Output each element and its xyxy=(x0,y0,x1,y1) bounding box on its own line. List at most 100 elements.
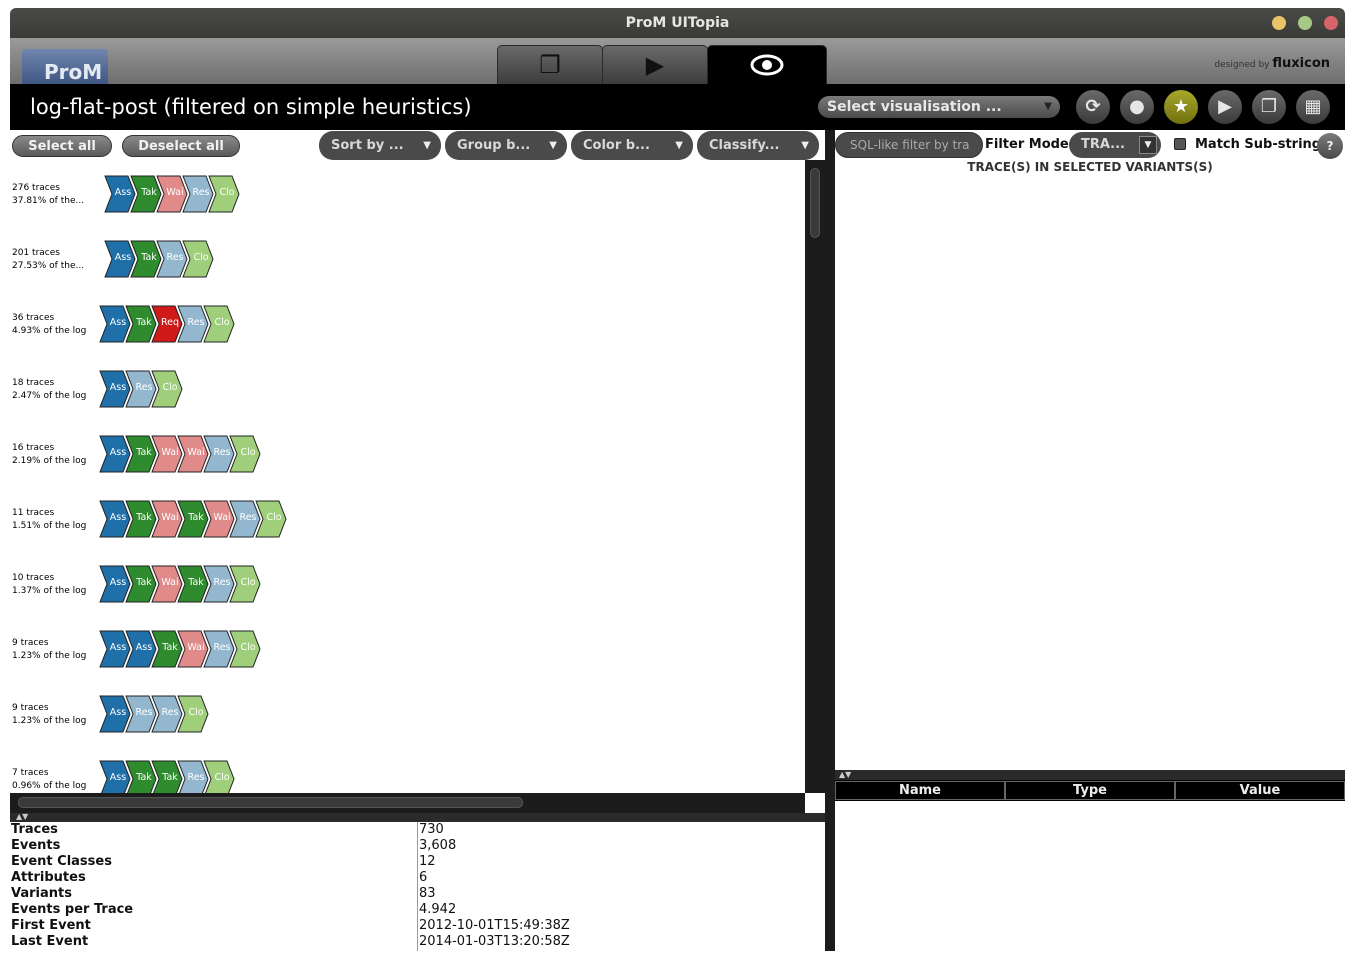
designed-by-label: designed by xyxy=(1214,60,1270,70)
sort-by-dropdown[interactable]: Sort by ... ▼ xyxy=(319,131,441,160)
classify-dropdown[interactable]: Classify... ▼ xyxy=(697,131,819,160)
summary-value: 83 xyxy=(419,886,436,901)
event-chevron[interactable]: Clo xyxy=(151,369,183,409)
traces-heading: TRACE(S) IN SELECTED VARIANTS(S) xyxy=(967,160,1213,174)
chevron-down-icon: ▼ xyxy=(549,140,557,151)
variant-count: 276 traces xyxy=(12,183,60,193)
minimize-button[interactable] xyxy=(1272,16,1286,30)
column-value[interactable]: Value xyxy=(1175,781,1345,800)
variant-count: 18 traces xyxy=(12,378,55,388)
summary-key: Last Event xyxy=(11,934,89,949)
close-button[interactable] xyxy=(1324,16,1338,30)
eye-icon xyxy=(750,54,784,76)
drop-button[interactable]: ● xyxy=(1120,90,1154,124)
scrollbar-thumb[interactable] xyxy=(810,168,820,238)
attributes-table-header: Name Type Value xyxy=(835,780,1345,801)
event-chevron[interactable]: Clo xyxy=(177,694,209,734)
event-chevron[interactable]: Clo xyxy=(208,174,240,214)
summary-key: Event Classes xyxy=(11,854,112,869)
variant-count: 7 traces xyxy=(12,768,49,778)
event-label: Clo xyxy=(266,512,282,523)
summary-key: Traces xyxy=(11,822,58,837)
variant-label: 10 traces 1.37% of the log xyxy=(12,572,86,598)
variant-percentage: 1.51% of the log xyxy=(12,521,87,531)
variant-count: 201 traces xyxy=(12,248,60,258)
filter-mode-select[interactable]: TRA... ▼ xyxy=(1069,132,1161,158)
variant-count: 10 traces xyxy=(12,573,55,583)
variant-percentage: 2.47% of the log xyxy=(12,391,87,401)
event-chevron[interactable]: Clo xyxy=(229,434,261,474)
event-chevron[interactable]: Clo xyxy=(229,564,261,604)
event-chevron[interactable]: Clo xyxy=(255,499,287,539)
summary-key: Attributes xyxy=(11,870,86,885)
summary-value: 6 xyxy=(419,870,428,885)
event-label: Clo xyxy=(240,642,256,653)
grid-button[interactable]: ▦ xyxy=(1296,90,1330,124)
chevron-down-icon: ▼ xyxy=(801,140,809,151)
event-label: Clo xyxy=(219,187,235,198)
variants-toolbar: Select all Deselect all Sort by ... ▼ Gr… xyxy=(10,130,825,160)
event-label: Clo xyxy=(214,772,230,783)
sql-filter-input[interactable]: SQL-like filter by tra xyxy=(835,132,983,158)
refresh-button[interactable]: ⟳ xyxy=(1076,90,1110,124)
summary-value: 4.942 xyxy=(419,902,457,917)
variant-label: 36 traces 4.93% of the log xyxy=(12,312,86,338)
prom-logo: ProM xyxy=(22,49,108,84)
chevron-down-icon[interactable]: ▼ xyxy=(1139,136,1157,154)
match-substring-label: Match Sub-string xyxy=(1195,137,1322,152)
horizontal-splitter[interactable]: ▲▼ xyxy=(10,813,825,822)
deselect-all-button[interactable]: Deselect all xyxy=(122,135,240,157)
variants-horizontal-scrollbar[interactable] xyxy=(10,793,805,813)
chevron-down-icon: ▼ xyxy=(675,140,683,151)
variant-label: 16 traces 2.19% of the log xyxy=(12,442,86,468)
event-chevron[interactable]: Clo xyxy=(229,629,261,669)
favorite-button[interactable]: ★ xyxy=(1164,90,1198,124)
variant-count: 9 traces xyxy=(12,703,49,713)
color-by-label: Color b... xyxy=(583,138,650,153)
variants-vertical-scrollbar[interactable] xyxy=(805,160,825,793)
summary-key: Variants xyxy=(11,886,72,901)
column-type[interactable]: Type xyxy=(1005,781,1175,800)
help-button[interactable]: ? xyxy=(1317,133,1343,159)
tab-actions[interactable]: ▶ xyxy=(602,45,708,84)
variant-label: 201 traces 27.53% of the... xyxy=(12,247,84,273)
group-by-dropdown[interactable]: Group b... ▼ xyxy=(445,131,567,160)
copy-button[interactable]: ❐ xyxy=(1252,90,1286,124)
event-chevron[interactable]: Clo xyxy=(203,304,235,344)
variant-percentage: 1.37% of the log xyxy=(12,586,87,596)
select-all-button[interactable]: Select all xyxy=(12,135,112,157)
match-substring-checkbox[interactable] xyxy=(1174,138,1186,150)
column-name[interactable]: Name xyxy=(835,781,1005,800)
color-by-dropdown[interactable]: Color b... ▼ xyxy=(571,131,693,160)
page-title: log-flat-post (filtered on simple heuris… xyxy=(30,95,472,119)
variant-percentage: 1.23% of the log xyxy=(12,651,87,661)
variant-percentage: 2.19% of the log xyxy=(12,456,87,466)
summary-value: 730 xyxy=(419,822,444,837)
event-chevron[interactable]: Clo xyxy=(203,759,235,793)
variant-count: 9 traces xyxy=(12,638,49,648)
summary-key: Events xyxy=(11,838,61,853)
variant-label: 18 traces 2.47% of the log xyxy=(12,377,86,403)
scrollbar-thumb[interactable] xyxy=(18,797,523,808)
event-label: Clo xyxy=(188,707,204,718)
chevron-down-icon: ▼ xyxy=(1044,101,1052,112)
maximize-button[interactable] xyxy=(1298,16,1312,30)
visualisation-select[interactable]: Select visualisation ... ▼ xyxy=(818,96,1060,118)
drop-icon: ● xyxy=(1129,96,1145,117)
view-header: log-flat-post (filtered on simple heuris… xyxy=(10,84,1345,130)
tab-views[interactable] xyxy=(707,45,827,84)
sort-by-label: Sort by ... xyxy=(331,138,404,153)
chevron-down-icon: ▼ xyxy=(423,140,431,151)
vertical-splitter[interactable] xyxy=(825,130,835,951)
workspace-icon: ❐ xyxy=(539,51,561,79)
variant-count: 16 traces xyxy=(12,443,55,453)
window-title: ProM UITopia xyxy=(625,15,730,31)
right-splitter[interactable]: ▲▼ xyxy=(835,770,1345,780)
play-button[interactable]: ▶ xyxy=(1208,90,1242,124)
event-chevron[interactable]: Clo xyxy=(182,239,214,279)
refresh-icon: ⟳ xyxy=(1085,96,1101,117)
tab-workspace[interactable]: ❐ xyxy=(497,45,603,84)
event-label: Clo xyxy=(214,317,230,328)
variant-count: 11 traces xyxy=(12,508,55,518)
play-icon: ▶ xyxy=(1218,96,1232,117)
